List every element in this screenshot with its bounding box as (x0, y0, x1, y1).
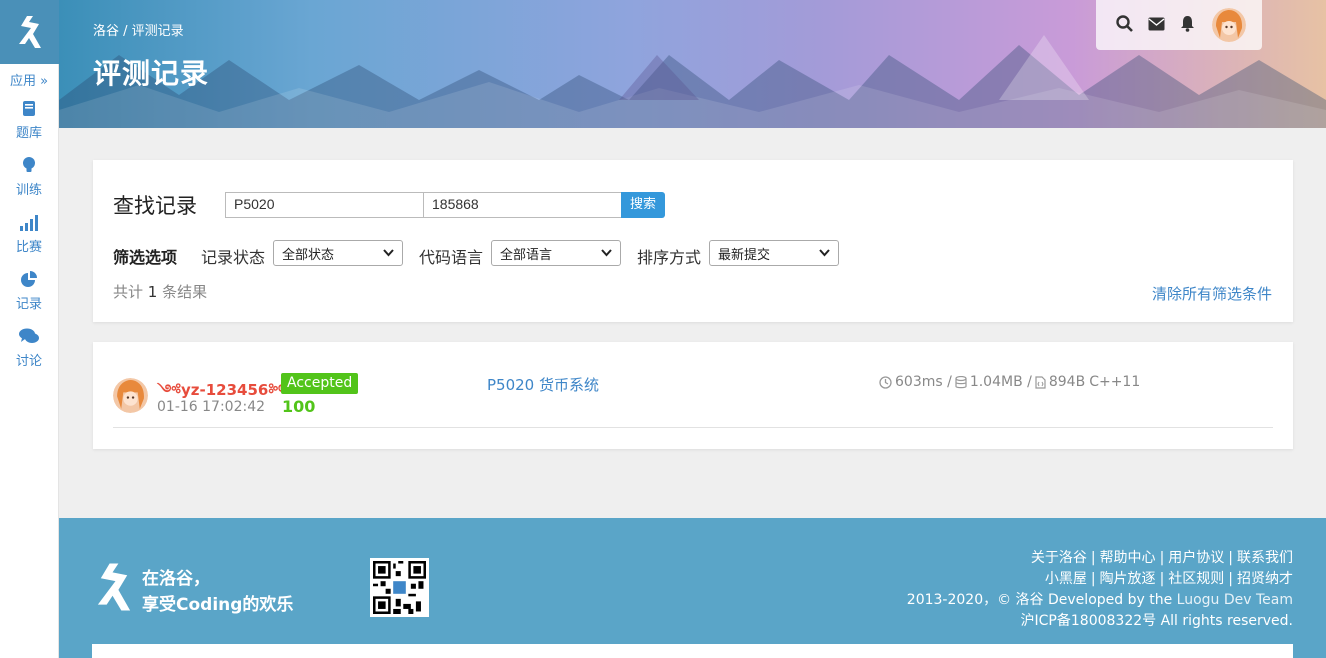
icp-text[interactable]: 沪ICP备18008322号 All rights reserved. (907, 611, 1293, 632)
record-stats: 603ms / 1.04MB / 894B C++11 (876, 374, 1140, 390)
username-decoration: ༺ (157, 381, 182, 399)
problem-link[interactable]: P5020 货币系统 (487, 374, 599, 395)
user-id-input[interactable]: 185868 (423, 192, 622, 218)
code-size: 894B (1048, 374, 1086, 390)
avatar[interactable] (1212, 8, 1246, 42)
count-prefix: 共计 (113, 283, 144, 301)
pie-chart-icon (21, 271, 37, 287)
footer-link-about[interactable]: 关于洛谷 (1031, 550, 1087, 566)
footer-links-row: 关于洛谷 | 帮助中心 | 用户协议 | 联系我们 (1030, 550, 1293, 566)
footer-links: 关于洛谷 | 帮助中心 | 用户协议 | 联系我们 小黑屋 | 陶片放逐 | 社区规则 | 招贤纳才 2… (907, 548, 1293, 632)
order-select[interactable]: 最新提交 (709, 240, 839, 266)
language-select-value: 全部语言 (500, 247, 553, 263)
sidebar: 应用 » 题库 训练 比赛 记录 讨论 (0, 0, 59, 658)
records-card: ༺yz-123456༻ 01-16 17:02:42 Accepted 100 … (93, 342, 1293, 449)
sidebar-item-label: 比赛 (15, 240, 42, 255)
search-icon[interactable] (1116, 14, 1133, 36)
user-nav (1096, 0, 1262, 50)
sidebar-item-contests[interactable]: 比赛 (0, 214, 58, 263)
result-count: 共计 1 条结果 (113, 281, 207, 302)
chevron-down-icon (383, 249, 394, 257)
breadcrumb[interactable]: 洛谷 / 评测记录 (93, 20, 184, 39)
file-code-icon (1035, 375, 1046, 389)
copyright-text: 2013-2020，© 洛谷 Developed by the (906, 592, 1173, 608)
footer: 在洛谷， 享受Coding的欢乐 关于洛谷 | 帮助中心 | 用户协议 | 联系我们 小黑屋… (59, 518, 1326, 658)
find-records-label: 查找记录 (113, 194, 197, 218)
language-filter-label: 代码语言 (419, 248, 484, 267)
book-icon (23, 101, 35, 116)
sidebar-item-label: 讨论 (15, 354, 42, 369)
order-select-value: 最新提交 (718, 247, 771, 263)
sidebar-item-discuss[interactable]: 讨论 (0, 328, 58, 377)
copyright: 2013-2020，© 洛谷 Developed by the Luogu De… (907, 590, 1293, 611)
time-used: 603ms (895, 374, 943, 390)
chevron-down-icon (819, 249, 830, 257)
search-button[interactable]: 搜索 (621, 192, 665, 218)
count-suffix: 条结果 (162, 283, 208, 301)
status-select-value: 全部状态 (282, 247, 335, 263)
bar-chart-icon (20, 215, 38, 231)
order-filter-label: 排序方式 (637, 248, 702, 267)
stats-separator: / (942, 374, 952, 390)
chevron-down-icon (601, 249, 612, 257)
footer-link-rules[interactable]: 社区规则 (1168, 571, 1224, 587)
sidebar-item-records[interactable]: 记录 (0, 271, 58, 320)
clear-filters-link[interactable]: 清除所有筛选条件 (1152, 283, 1272, 304)
divider (113, 427, 1273, 428)
footer-link-blacklist[interactable]: 小黑屋 (1045, 571, 1087, 587)
search-card: 查找记录 P5020 185868 搜索 筛选选项 记录状态 全部状态 代码语言… (93, 160, 1293, 322)
qr-code (370, 558, 429, 617)
memory-used: 1.04MB (969, 374, 1023, 390)
bell-icon[interactable] (1180, 15, 1195, 36)
status-select[interactable]: 全部状态 (273, 240, 403, 266)
stats-separator: / (1022, 374, 1032, 390)
sidebar-item-label: 题库 (15, 126, 42, 141)
page-title: 评测记录 (93, 57, 210, 90)
luogu-logo-icon (97, 563, 131, 611)
status-filter-label: 记录状态 (201, 248, 266, 267)
database-icon (955, 375, 967, 388)
avatar[interactable] (113, 378, 148, 413)
footer-bottom-card (92, 644, 1293, 658)
page-header: 洛谷 / 评测记录 评测记录 (59, 0, 1326, 128)
footer-link-contact[interactable]: 联系我们 (1237, 550, 1293, 566)
sidebar-item-training[interactable]: 训练 (0, 157, 58, 206)
slogan-line: 在洛谷， (142, 569, 210, 589)
comments-icon (19, 328, 39, 343)
sidebar-item-label: 记录 (15, 297, 42, 312)
submit-time: 01-16 17:02:42 (157, 399, 266, 415)
qr-code-icon (373, 561, 426, 614)
dev-team-link[interactable]: Luogu Dev Team (1177, 592, 1293, 608)
footer-link-jobs[interactable]: 招贤纳才 (1237, 571, 1293, 587)
footer-link-ostracism[interactable]: 陶片放逐 (1100, 571, 1156, 587)
footer-slogan: 在洛谷， 享受Coding的欢乐 (142, 566, 293, 618)
language: C++11 (1089, 374, 1141, 390)
apps-toggle[interactable]: 应用 » (0, 72, 58, 92)
lightbulb-icon (23, 157, 35, 172)
luogu-logo[interactable] (0, 0, 59, 64)
language-select[interactable]: 全部语言 (491, 240, 621, 266)
sidebar-item-problems[interactable]: 题库 (0, 100, 58, 149)
username-text: yz-123456 (181, 381, 269, 399)
slogan-line: 享受Coding的欢乐 (142, 595, 294, 615)
status-badge[interactable]: Accepted (281, 373, 359, 394)
score: 100 (282, 397, 316, 416)
clock-icon (879, 375, 892, 389)
mail-icon[interactable] (1148, 16, 1165, 35)
problem-id-input[interactable]: P5020 (225, 192, 424, 218)
count-value: 1 (147, 283, 158, 301)
filter-title: 筛选选项 (113, 248, 178, 267)
footer-links-row: 小黑屋 | 陶片放逐 | 社区规则 | 招贤纳才 (1044, 571, 1293, 587)
luogu-logo-icon (18, 16, 41, 48)
footer-link-terms[interactable]: 用户协议 (1168, 550, 1224, 566)
sidebar-item-label: 训练 (15, 183, 42, 198)
footer-link-help[interactable]: 帮助中心 (1100, 550, 1156, 566)
